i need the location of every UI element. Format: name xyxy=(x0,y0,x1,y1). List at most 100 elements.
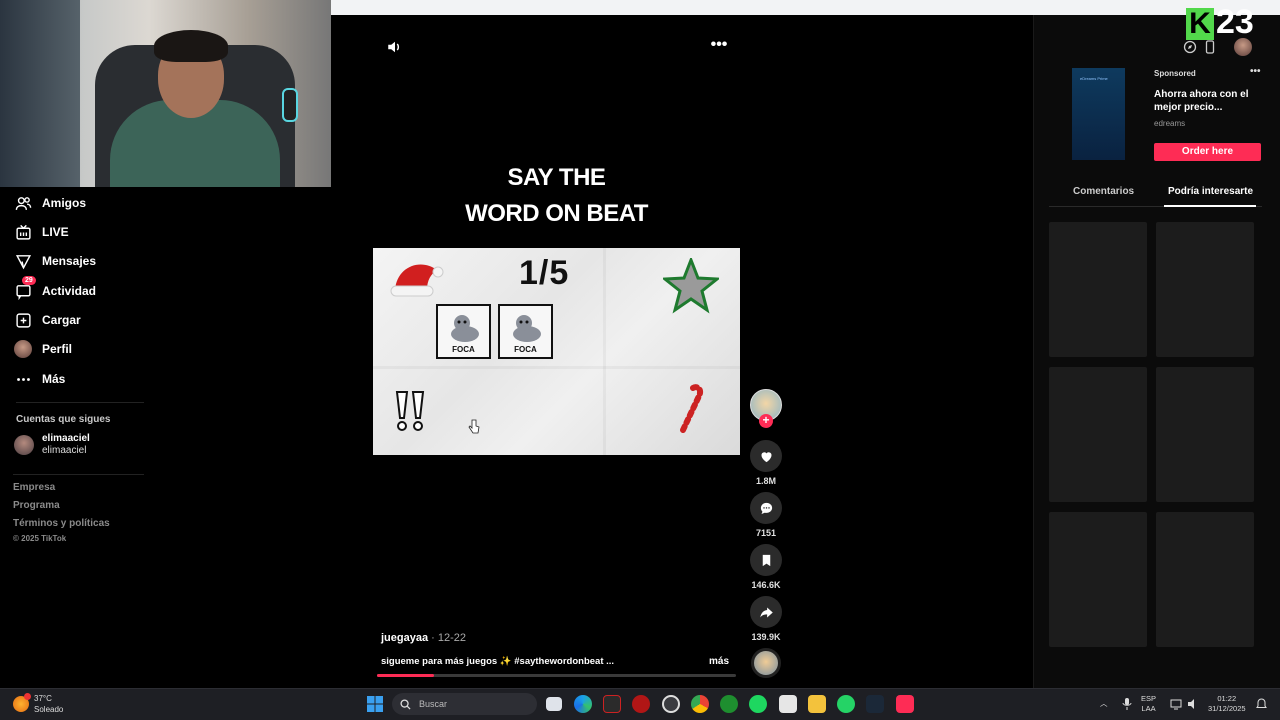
video-player[interactable]: 1/5 FOCA FOCA xyxy=(373,248,740,455)
card-label: FOCA xyxy=(452,345,475,354)
following-title: Cuentas que sigues xyxy=(16,414,111,425)
sidebar-item-upload[interactable]: Cargar xyxy=(14,308,81,332)
more-icon xyxy=(14,370,32,388)
logo-number: 23 xyxy=(1216,3,1254,41)
upload-icon xyxy=(14,311,32,329)
avatar xyxy=(14,435,34,455)
bookmark-icon xyxy=(762,554,770,566)
microphone-icon[interactable] xyxy=(1122,698,1132,710)
sidebar-item-label: Actividad xyxy=(42,284,97,298)
game-app-icon[interactable] xyxy=(603,695,621,713)
sidebar-item-profile[interactable]: Perfil xyxy=(14,337,72,361)
profile-avatar xyxy=(14,340,32,358)
sponsored-label: Sponsored xyxy=(1154,69,1196,78)
logo-letter: K xyxy=(1186,8,1214,40)
red-app-icon[interactable] xyxy=(632,695,650,713)
like-count: 1.8M xyxy=(755,476,776,486)
messages-icon xyxy=(14,252,32,270)
chevron-up-icon[interactable]: ︿ xyxy=(1100,699,1108,709)
speaker-icon[interactable] xyxy=(1187,698,1199,710)
suggested-video-placeholder[interactable] xyxy=(1049,512,1147,647)
follow-button[interactable]: + xyxy=(759,414,773,428)
video-title: SAY THE WORD ON BEAT xyxy=(373,160,740,232)
notification-bell-icon[interactable] xyxy=(1256,698,1267,710)
more-options-icon[interactable]: ••• xyxy=(709,37,729,56)
title-line-2: WORD ON BEAT xyxy=(465,200,648,227)
suggested-video-placeholder[interactable] xyxy=(1049,367,1147,502)
sidebar-item-live[interactable]: LIVE xyxy=(14,220,69,244)
mobile-icon[interactable] xyxy=(1201,38,1219,56)
taskbar-search[interactable]: Buscar xyxy=(392,693,537,715)
weather-badge xyxy=(24,693,31,700)
lang-secondary: LAA xyxy=(1141,704,1156,713)
tab-suggested[interactable]: Podría interesarte xyxy=(1168,186,1253,197)
sidebar-item-messages[interactable]: Mensajes xyxy=(14,249,96,273)
steam-icon[interactable] xyxy=(866,695,884,713)
star-icon xyxy=(663,258,719,314)
tab-comments[interactable]: Comentarios xyxy=(1073,186,1134,197)
live-icon xyxy=(14,223,32,241)
santa-hat-icon xyxy=(390,264,444,297)
active-tab-indicator xyxy=(1164,205,1256,207)
kick-logo: K 23 xyxy=(1186,4,1280,40)
share-button[interactable] xyxy=(750,596,782,628)
network-icon[interactable] xyxy=(1170,698,1182,710)
edge-icon[interactable] xyxy=(574,695,592,713)
card-label: FOCA xyxy=(514,345,537,354)
obs-icon[interactable] xyxy=(662,695,680,713)
clock[interactable]: 01:22 31/12/2025 xyxy=(1208,694,1246,714)
order-here-button[interactable]: Order here xyxy=(1154,143,1261,161)
task-view-icon[interactable] xyxy=(546,697,562,711)
tiktok-icon[interactable] xyxy=(896,695,914,713)
user-avatar[interactable] xyxy=(1234,38,1252,56)
footer-link-company[interactable]: Empresa xyxy=(13,482,55,493)
sidebar-item-label: Perfil xyxy=(42,342,73,356)
candy-cane-icon xyxy=(680,384,703,433)
language-indicator[interactable]: ESP LAA xyxy=(1141,694,1156,714)
windows-start-icon[interactable] xyxy=(367,696,383,712)
file-explorer-icon[interactable] xyxy=(808,695,826,713)
spotify-icon[interactable] xyxy=(749,695,767,713)
round-counter: 1/5 xyxy=(519,254,570,292)
more-caption-link[interactable]: más xyxy=(709,656,729,667)
whatsapp-icon[interactable] xyxy=(837,695,855,713)
sidebar-item-more[interactable]: Más xyxy=(14,367,65,391)
footer-link-program[interactable]: Programa xyxy=(13,500,60,511)
sidebar-item-friends[interactable]: Amigos xyxy=(14,191,86,215)
volume-icon[interactable] xyxy=(386,38,404,56)
browser-top-strip xyxy=(331,0,1280,15)
author-name: juegayaa xyxy=(381,632,429,644)
webcam-overlay xyxy=(0,0,331,187)
comment-button[interactable] xyxy=(750,492,782,524)
activity-icon: 29 xyxy=(14,276,36,300)
hand-cursor-icon xyxy=(468,419,480,434)
xbox-icon[interactable] xyxy=(720,695,738,713)
sidebar-item-activity[interactable]: 29 Actividad xyxy=(14,276,97,303)
account-name: elimaaciel xyxy=(42,433,90,444)
suggested-video-placeholder[interactable] xyxy=(1156,512,1254,647)
word-card: FOCA xyxy=(436,304,491,359)
compass-icon[interactable] xyxy=(1181,38,1199,56)
ad-thumbnail[interactable]: eDreams Prime xyxy=(1072,68,1125,160)
heart-icon xyxy=(760,451,772,462)
title-line-1: SAY THE xyxy=(507,164,606,191)
ad-more-icon[interactable]: ••• xyxy=(1250,66,1261,77)
weather-widget[interactable]: 37°C Soleado xyxy=(34,693,63,715)
video-progress-bar[interactable] xyxy=(377,674,736,677)
music-disc[interactable] xyxy=(751,648,781,678)
suggested-video-placeholder[interactable] xyxy=(1156,367,1254,502)
suggested-video-placeholder[interactable] xyxy=(1049,222,1147,357)
notification-badge: 29 xyxy=(22,276,36,285)
following-account[interactable]: elimaaciel elimaaciel xyxy=(14,433,90,457)
footer-link-terms[interactable]: Términos y políticas xyxy=(13,518,110,529)
capcut-icon[interactable] xyxy=(779,695,797,713)
like-button[interactable] xyxy=(750,440,782,472)
video-caption: sigueme para más juegos ✨ #saythewordonb… xyxy=(381,656,615,667)
ad-title[interactable]: Ahorra ahora con el mejor precio... xyxy=(1154,88,1264,114)
suggested-video-placeholder[interactable] xyxy=(1156,222,1254,357)
video-author[interactable]: juegayaa · 12-22 xyxy=(381,632,466,644)
save-button[interactable] xyxy=(750,544,782,576)
chrome-icon[interactable] xyxy=(691,695,709,713)
seal-icon xyxy=(513,315,541,342)
comment-count: 7151 xyxy=(755,528,777,538)
